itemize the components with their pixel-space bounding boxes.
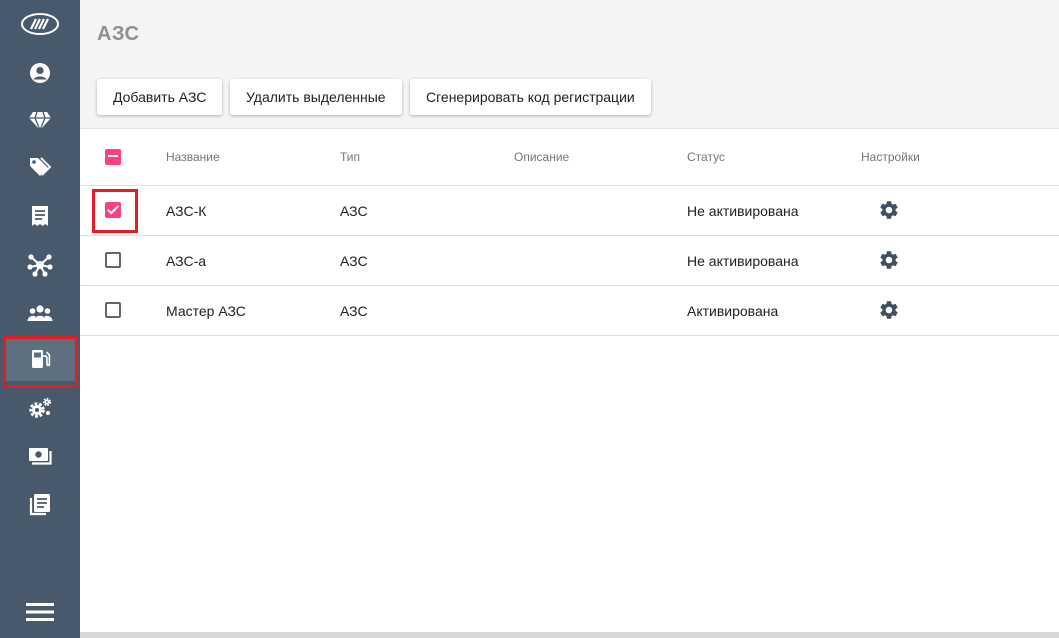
logo-icon[interactable]	[4, 2, 76, 46]
station-name: АЗС-а	[166, 252, 207, 269]
bottom-strip	[80, 632, 1059, 638]
money-icon[interactable]	[4, 434, 76, 478]
station-status: Активирована	[687, 302, 779, 319]
diamond-icon[interactable]	[4, 99, 76, 143]
gear-icon[interactable]	[878, 299, 900, 321]
cogs-icon[interactable]	[4, 386, 76, 430]
gas-pump-icon[interactable]	[4, 337, 76, 381]
station-status: Не активирована	[687, 202, 799, 219]
column-header-type[interactable]: Тип	[340, 129, 360, 185]
column-header-status[interactable]: Статус	[687, 129, 725, 185]
generate-code-button[interactable]: Сгенерировать код регистрации	[410, 79, 651, 115]
table-header: Название Тип Описание Статус Настройки	[80, 129, 1059, 186]
user-circle-icon[interactable]	[4, 51, 76, 95]
table-row[interactable]: АЗС-К АЗС Не активирована	[80, 186, 1059, 236]
row-checkbox[interactable]	[105, 302, 121, 318]
network-icon[interactable]	[4, 243, 76, 287]
station-name: АЗС-К	[166, 202, 207, 219]
gear-icon[interactable]	[878, 199, 900, 221]
row-checkbox[interactable]	[105, 202, 121, 218]
station-name: Мастер АЗС	[166, 302, 246, 319]
delete-selected-button[interactable]: Удалить выделенные	[230, 79, 402, 115]
table-row[interactable]: АЗС-а АЗС Не активирована	[80, 236, 1059, 286]
add-station-button[interactable]: Добавить АЗС	[97, 79, 223, 115]
gear-icon[interactable]	[878, 249, 900, 271]
station-type: АЗС	[340, 252, 368, 269]
station-type: АЗС	[340, 202, 368, 219]
column-header-settings: Настройки	[861, 150, 920, 164]
station-status: Не активирована	[687, 252, 799, 269]
station-type: АЗС	[340, 302, 368, 319]
users-icon[interactable]	[4, 291, 76, 335]
menu-icon[interactable]	[4, 590, 76, 634]
receipt-icon[interactable]	[4, 194, 76, 238]
page-title: АЗС	[97, 23, 140, 45]
sidebar	[0, 0, 80, 638]
column-header-name[interactable]: Название	[166, 129, 220, 185]
book-icon[interactable]	[4, 482, 76, 526]
select-all-checkbox[interactable]	[105, 149, 121, 165]
row-checkbox[interactable]	[105, 252, 121, 268]
page-header: АЗС Добавить АЗС Удалить выделенные Сген…	[80, 0, 1059, 129]
tags-icon[interactable]	[4, 145, 76, 189]
stations-table: Название Тип Описание Статус Настройки А…	[80, 129, 1059, 336]
column-header-description[interactable]: Описание	[514, 129, 569, 185]
table-row[interactable]: Мастер АЗС АЗС Активирована	[80, 286, 1059, 336]
